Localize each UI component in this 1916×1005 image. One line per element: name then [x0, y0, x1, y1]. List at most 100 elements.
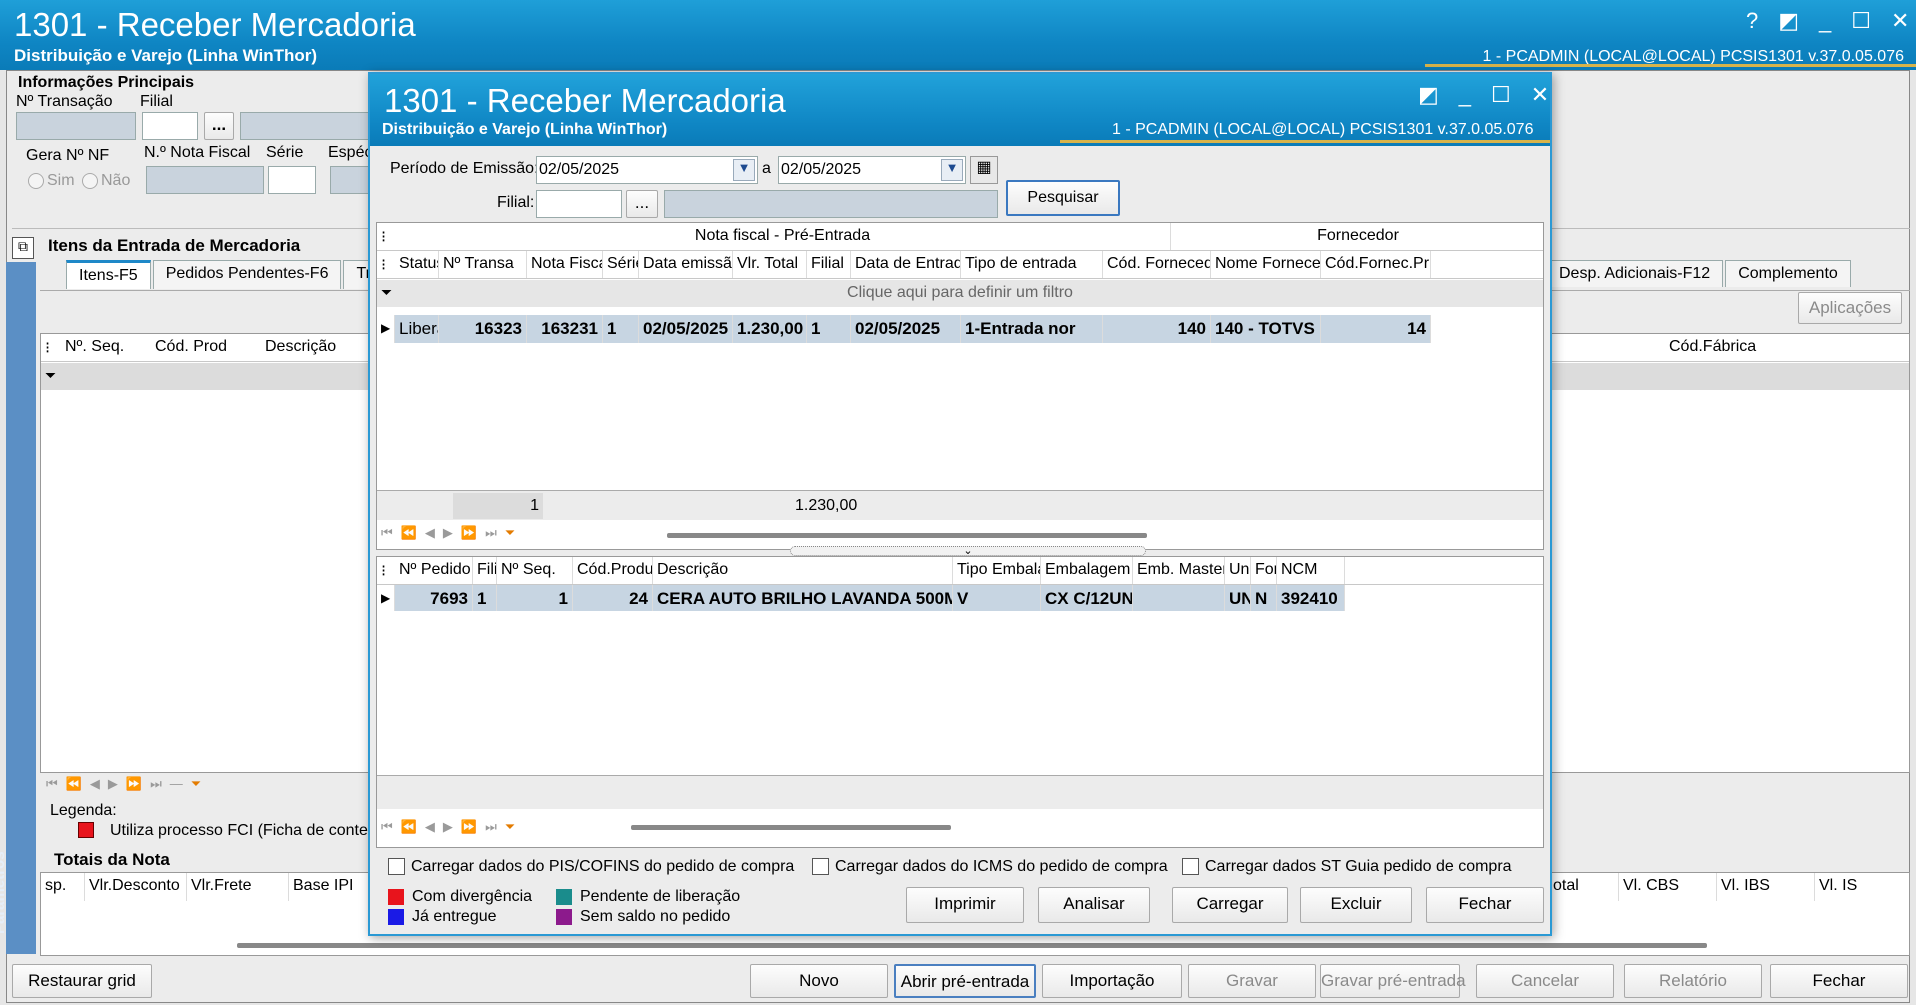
- maximize-icon[interactable]: ☐: [1851, 8, 1871, 34]
- tab-complemento[interactable]: Complemento: [1725, 260, 1851, 287]
- radio-nao[interactable]: Não: [82, 172, 130, 190]
- dropdown-icon[interactable]: ▼: [733, 159, 755, 181]
- fechar-button[interactable]: Fechar: [1770, 964, 1908, 998]
- col-vlr-total[interactable]: Vlr. Total: [733, 251, 807, 278]
- filial-input-modal[interactable]: [536, 190, 622, 218]
- col-cod-fabrica[interactable]: Cód.Fábrica: [1665, 334, 1865, 361]
- pesquisar-button[interactable]: Pesquisar: [1006, 180, 1120, 216]
- nf-grid[interactable]: ⁝ Nota fiscal - Pré-Entrada Fornecedor ⁝…: [376, 222, 1544, 550]
- col-cod-prod[interactable]: Cód. Prod: [151, 334, 261, 361]
- prev-icon[interactable]: ◀: [425, 819, 435, 835]
- column-chooser-icon[interactable]: ⁝: [377, 557, 395, 584]
- chk-st-guia[interactable]: Carregar dados ST Guia pedido de compra: [1182, 858, 1512, 876]
- radio-sim[interactable]: Sim: [28, 172, 75, 190]
- col-vlr-desconto[interactable]: Vlr.Desconto: [85, 873, 187, 901]
- last-icon[interactable]: ⏭: [485, 819, 497, 835]
- prev-page-icon[interactable]: ⏪: [66, 776, 82, 792]
- gravar-pre-entrada-button[interactable]: Gravar pré-entrada: [1320, 964, 1466, 998]
- col-fornecedor[interactable]: For: [1251, 557, 1277, 584]
- col-data-emissao[interactable]: Data emissão: [639, 251, 733, 278]
- col-descricao[interactable]: Descrição: [261, 334, 361, 361]
- abrir-pre-entrada-button[interactable]: Abrir pré-entrada: [894, 964, 1036, 998]
- filter-icon[interactable]: ⏷: [505, 819, 515, 835]
- importacao-button[interactable]: Importação: [1042, 964, 1182, 998]
- col-descricao[interactable]: Descrição: [653, 557, 953, 584]
- prev-page-icon[interactable]: ⏪: [401, 525, 417, 541]
- col-serie[interactable]: Série: [603, 251, 639, 278]
- col-tipo-entrada[interactable]: Tipo de entrada: [961, 251, 1103, 278]
- next-page-icon[interactable]: ⏩: [126, 776, 142, 792]
- delete-icon[interactable]: —: [170, 776, 183, 792]
- splitter-handle[interactable]: ⌄: [790, 546, 1146, 557]
- imprimir-button[interactable]: Imprimir: [906, 887, 1024, 923]
- next-icon[interactable]: ▶: [108, 776, 118, 792]
- next-page-icon[interactable]: ⏩: [461, 525, 477, 541]
- col-desp[interactable]: sp.: [41, 873, 85, 901]
- col-nota-fiscal[interactable]: Nota Fiscal: [527, 251, 603, 278]
- fechar-dialog-button[interactable]: Fechar: [1426, 887, 1544, 923]
- edit-icon[interactable]: ◩: [1778, 8, 1799, 34]
- last-icon[interactable]: ⏭: [150, 776, 162, 792]
- column-chooser-icon[interactable]: ⁝: [377, 223, 395, 250]
- carregar-button[interactable]: Carregar: [1172, 887, 1288, 923]
- next-page-icon[interactable]: ⏩: [461, 819, 477, 835]
- items-pedido-grid[interactable]: ⁝Nº PedidoFiliaNº Seq.Cód.ProdutoDescriç…: [376, 556, 1544, 848]
- parametros-side-panel[interactable]: Parâmetros: [0, 262, 36, 954]
- col-tipo-embalagem[interactable]: Tipo Embalage: [953, 557, 1041, 584]
- serie-input[interactable]: [268, 166, 316, 194]
- minimize-icon[interactable]: _: [1819, 8, 1831, 34]
- calendar-icon[interactable]: ▦: [970, 156, 998, 184]
- tab-itens[interactable]: Itens-F5: [66, 260, 151, 289]
- close-icon[interactable]: ✕: [1891, 8, 1909, 34]
- first-icon[interactable]: ⏮: [46, 776, 58, 792]
- col-base-ipi[interactable]: Base IPI: [289, 873, 369, 901]
- tab-pedidos-pendentes[interactable]: Pedidos Pendentes-F6: [152, 260, 342, 289]
- close-icon[interactable]: ✕: [1531, 82, 1549, 108]
- nota-fiscal-input[interactable]: [146, 166, 264, 194]
- col-cod-fornec-prin[interactable]: Cód.Fornec.Prin: [1321, 251, 1431, 278]
- next-icon[interactable]: ▶: [443, 525, 453, 541]
- aplicacoes-button[interactable]: Aplicações: [1798, 292, 1902, 324]
- relatorio-button[interactable]: Relatório: [1624, 964, 1762, 998]
- filial-lookup-button-modal[interactable]: ...: [626, 190, 658, 218]
- novo-button[interactable]: Novo: [750, 964, 888, 998]
- col-unidade[interactable]: Uni: [1225, 557, 1251, 584]
- nf-filter-row[interactable]: ⏷ Clique aqui para definir um filtro: [377, 280, 1543, 307]
- filter-icon[interactable]: ⏷: [191, 776, 201, 792]
- minimize-icon[interactable]: _: [1459, 82, 1471, 108]
- pedido-hscrollbar[interactable]: [631, 825, 951, 830]
- totals-hscrollbar[interactable]: [237, 943, 1707, 948]
- last-icon[interactable]: ⏭: [485, 525, 497, 541]
- column-chooser-icon[interactable]: ⁝: [41, 334, 61, 361]
- filial-lookup-button[interactable]: ...: [204, 112, 234, 140]
- column-chooser-icon[interactable]: ⁝: [377, 251, 395, 278]
- chk-icms[interactable]: Carregar dados do ICMS do pedido de comp…: [812, 858, 1168, 876]
- col-total[interactable]: otal: [1549, 873, 1619, 901]
- col-vl-is[interactable]: Vl. IS: [1815, 873, 1905, 901]
- prev-page-icon[interactable]: ⏪: [401, 819, 417, 835]
- col-ncm[interactable]: NCM: [1277, 557, 1345, 584]
- col-emb-master[interactable]: Emb. Master: [1133, 557, 1225, 584]
- transacao-input[interactable]: [16, 112, 136, 140]
- col-cod-produto[interactable]: Cód.Produto: [573, 557, 653, 584]
- first-icon[interactable]: ⏮: [381, 819, 393, 835]
- date-to-input[interactable]: 02/05/2025 ▼: [778, 156, 966, 184]
- nf-row[interactable]: ▶Liberac16323163231102/05/20251.230,0010…: [377, 315, 1543, 343]
- nf-hscrollbar[interactable]: [667, 533, 1147, 538]
- excluir-button[interactable]: Excluir: [1300, 887, 1412, 923]
- prev-icon[interactable]: ◀: [90, 776, 100, 792]
- col-status[interactable]: Status: [395, 251, 439, 278]
- tab-desp-adicionais[interactable]: Desp. Adicionais-F12: [1546, 260, 1724, 287]
- analisar-button[interactable]: Analisar: [1038, 887, 1150, 923]
- col-vl-ibs[interactable]: Vl. IBS: [1717, 873, 1815, 901]
- maximize-icon[interactable]: ☐: [1491, 82, 1511, 108]
- next-icon[interactable]: ▶: [443, 819, 453, 835]
- col-filial[interactable]: Filial: [807, 251, 851, 278]
- col-cod-fornecedor[interactable]: Cód. Fornecedor: [1103, 251, 1211, 278]
- chk-pis-cofins[interactable]: Carregar dados do PIS/COFINS do pedido d…: [388, 858, 794, 876]
- col-data-entrada[interactable]: Data de Entrada: [851, 251, 961, 278]
- filter-icon[interactable]: ⏷: [505, 525, 515, 541]
- date-from-input[interactable]: 02/05/2025 ▼: [536, 156, 758, 184]
- first-icon[interactable]: ⏮: [381, 525, 393, 541]
- help-icon[interactable]: ?: [1746, 8, 1758, 34]
